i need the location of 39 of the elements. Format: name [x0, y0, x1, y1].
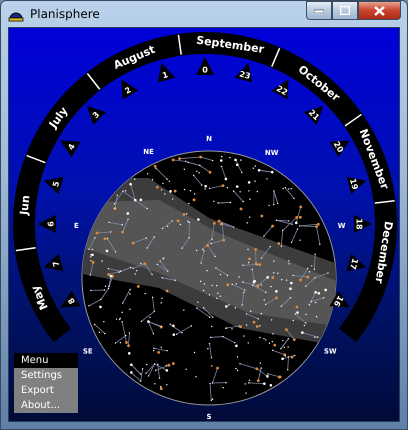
month-label: May [28, 283, 51, 312]
hour-marker: 8 [60, 290, 80, 308]
maximize-icon [340, 6, 350, 15]
hour-marker: 7 [44, 254, 64, 272]
month-divider [374, 200, 395, 204]
minimize-icon [314, 8, 324, 12]
month-label: Jun [18, 194, 32, 216]
hour-marker: 4 [60, 140, 80, 158]
hour-marker: 20 [330, 140, 350, 158]
menu-item[interactable]: Menu [14, 353, 78, 368]
hour-marker: 0 [196, 57, 214, 75]
menu-item[interactable]: Export [14, 383, 78, 398]
hour-marker: 16 [330, 290, 350, 308]
month-divider [344, 114, 362, 127]
hour-marker: 21 [304, 106, 324, 125]
window-title: Planisphere [30, 7, 101, 21]
menu-item[interactable]: Settings [14, 368, 78, 383]
menu-item[interactable]: About... [14, 398, 78, 413]
hour-marker: 5 [44, 176, 64, 194]
minimize-button[interactable] [306, 1, 332, 20]
month-divider [26, 154, 46, 164]
close-button[interactable] [358, 1, 401, 20]
month-divider [271, 48, 280, 67]
maximize-button[interactable] [332, 1, 358, 20]
hour-marker: 3 [86, 106, 106, 125]
month-label: December [372, 220, 396, 284]
hour-marker: 18 [354, 215, 372, 233]
hour-marker: 22 [272, 79, 290, 100]
hour-marker: 23 [234, 62, 252, 82]
hour-marker: 6 [38, 215, 56, 233]
hour-marker: 17 [346, 254, 366, 272]
month-label: September [196, 34, 265, 56]
month-divider [86, 73, 100, 90]
month-divider [16, 247, 36, 252]
hour-marker: 2 [122, 79, 138, 100]
month-divider [178, 34, 182, 55]
hour-marker: 19 [346, 176, 366, 194]
hour-marker: 1 [158, 62, 176, 82]
close-icon [374, 6, 385, 16]
